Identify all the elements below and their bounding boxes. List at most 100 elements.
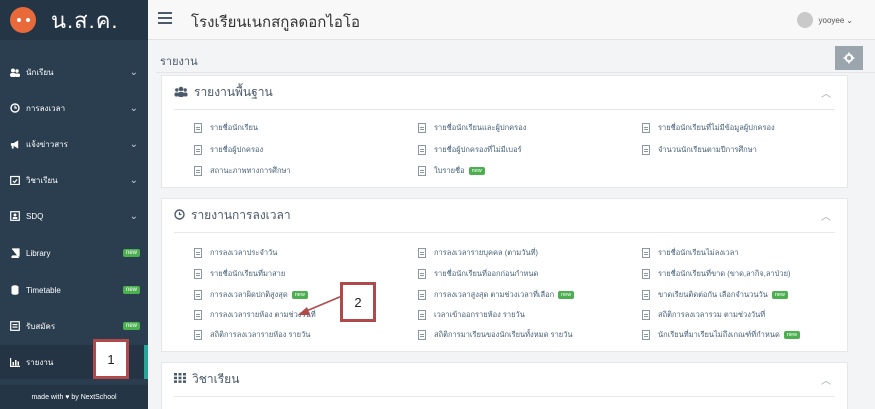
report-link[interactable]: รายชื่อนักเรียน [194, 122, 258, 134]
report-link[interactable]: รายชื่อผู้ปกครอง [194, 144, 263, 156]
document-icon [642, 290, 650, 300]
sidebar-item-label: SDQ [26, 211, 44, 221]
document-icon [642, 330, 650, 340]
panel-header[interactable]: รายงานพื้นฐาน ︿ [174, 76, 835, 110]
document-icon [642, 248, 650, 258]
report-link[interactable]: รายชื่อนักเรียนและผู้ปกครอง [418, 122, 526, 134]
report-link[interactable]: รายชื่อนักเรียนที่มาสาย [194, 268, 285, 280]
new-badge: new [783, 331, 800, 339]
report-link[interactable]: สถานะภาพทางการศึกษา [194, 165, 291, 177]
panel-basic-reports: รายงานพื้นฐาน ︿ รายชื่อนักเรียน รายชื่อน… [161, 75, 848, 188]
bar-chart-icon [10, 357, 20, 367]
id-card-icon [10, 211, 20, 221]
document-icon [642, 145, 650, 155]
chevron-down-icon: ⌄ [129, 138, 138, 150]
report-link[interactable]: จำนวนนักเรียนตามปีการศึกษา [642, 144, 757, 156]
document-icon [418, 269, 426, 279]
new-badge: new [468, 167, 485, 175]
report-link[interactable]: รายชื่อนักเรียนไม่ลงเวลา [642, 247, 739, 259]
report-link[interactable]: การลงเวลาสูงสุด ตามช่วงเวลาที่เลือก new [418, 289, 575, 301]
sidebar-item-label: การลงเวลา [26, 103, 66, 113]
chevron-up-icon[interactable]: ︿ [821, 372, 831, 387]
document-icon [194, 290, 202, 300]
users-icon [10, 67, 20, 77]
document-icon [194, 269, 202, 279]
clock-icon [174, 208, 185, 223]
megaphone-icon [10, 139, 20, 149]
document-icon [418, 310, 426, 320]
sidebar-item-announcements[interactable]: แจ้งข่าวสาร ⌄ [0, 126, 148, 162]
chevron-down-icon: ⌄ [129, 102, 138, 114]
document-icon [194, 123, 202, 133]
brand[interactable]: น.ส.ค. [0, 0, 148, 40]
form-icon [10, 321, 20, 331]
sidebar-item-sdq[interactable]: SDQ ⌄ [0, 198, 148, 234]
panel-header[interactable]: รายงานการลงเวลา ︿ [174, 199, 835, 233]
new-badge: new [771, 291, 788, 299]
report-link[interactable]: การลงเวลาประจำวัน [194, 247, 277, 259]
document-icon [642, 310, 650, 320]
report-link[interactable]: รายชื่อนักเรียนที่ออกก่อนกำหนด [418, 268, 538, 280]
document-icon [194, 166, 202, 176]
document-icon [418, 248, 426, 258]
hamburger-menu-icon[interactable] [158, 12, 172, 24]
report-link[interactable]: ขาดเรียนติดต่อกัน เลือกจำนวนวัน new [642, 289, 788, 301]
report-link[interactable]: สถิติการลงเวลารวม ตามช่วงวันที่ [642, 309, 765, 321]
chevron-up-icon[interactable]: ︿ [821, 208, 831, 223]
chevron-down-icon: ⌄ [129, 210, 138, 222]
report-link[interactable]: สถิติการลงเวลารายห้อง รายวัน [194, 329, 310, 341]
panel-title: รายงานการลงเวลา [191, 208, 291, 222]
report-link[interactable]: สถิติการมาเรียนของนักเรียนทั้งหมด รายวัน [418, 329, 573, 341]
sidebar-item-label: Timetable [26, 285, 61, 295]
brand-title: น.ส.ค. [51, 7, 119, 33]
document-icon [194, 145, 202, 155]
calendar-check-icon [10, 175, 20, 185]
report-link[interactable]: รายชื่อนักเรียนที่ขาด (ขาด,ลากิจ,ลาป่วย) [642, 268, 791, 280]
report-link[interactable]: รายชื่อนักเรียนที่ไม่มีข้อมูลผู้ปกครอง [642, 122, 775, 134]
document-icon [418, 330, 426, 340]
document-icon [194, 330, 202, 340]
sidebar-item-label: รับสมัคร [26, 321, 56, 331]
clock-icon [10, 103, 20, 113]
made-with-footer: made with ♥ by NextSchool [0, 385, 148, 409]
sidebar-item-label: นักเรียน [26, 67, 54, 77]
top-bar: โรงเรียนเนกสกูลดอกไอโอ yooyee ⌄ [148, 0, 875, 40]
document-icon [194, 310, 202, 320]
sidebar-item-label: Library [26, 248, 51, 258]
divider [156, 72, 875, 73]
panel-attendance-reports: รายงานการลงเวลา ︿ การลงเวลาประจำวัน การล… [161, 198, 848, 352]
report-link[interactable]: นักเรียนที่มาเรียนไม่ถึงเกณฑ์ที่กำหนด new [642, 329, 800, 341]
panel-subjects: วิชาเรียน ︿ [161, 362, 848, 409]
sidebar-item-label: รายงาน [26, 357, 54, 367]
sidebar-item-subjects[interactable]: วิชาเรียน ⌄ [0, 162, 148, 198]
document-icon [418, 145, 426, 155]
report-link[interactable]: รายชื่อผู้ปกครองที่ไม่มีเบอร์ [418, 144, 522, 156]
panel-title: วิชาเรียน [192, 372, 240, 386]
report-link[interactable]: เวลาเข้าออกรายห้อง รายวัน [418, 309, 525, 321]
new-badge: new [122, 286, 140, 294]
user-menu[interactable]: yooyee ⌄ [796, 12, 853, 28]
report-link[interactable]: การลงเวลารายบุคคล (ตามวันที่) [418, 247, 538, 259]
document-icon [642, 269, 650, 279]
grid-icon [174, 373, 186, 386]
sidebar-item-students[interactable]: นักเรียน ⌄ [0, 54, 148, 90]
panel-header[interactable]: วิชาเรียน ︿ [174, 363, 835, 397]
report-link[interactable]: ใบรายชื่อ new [418, 165, 485, 177]
new-badge: new [122, 249, 140, 257]
owl-logo-icon [10, 7, 36, 33]
avatar [796, 12, 813, 28]
chevron-up-icon[interactable]: ︿ [821, 85, 831, 100]
sidebar-item-timetable[interactable]: Timetable new [0, 272, 148, 308]
sidebar-item-library[interactable]: Library new [0, 235, 148, 271]
book-icon [10, 248, 20, 258]
document-icon [642, 123, 650, 133]
user-name: yooyee [818, 15, 845, 25]
panel-title: รายงานพื้นฐาน [194, 85, 273, 99]
document-icon [194, 248, 202, 258]
sidebar-item-attendance[interactable]: การลงเวลา ⌄ [0, 90, 148, 126]
document-icon [418, 123, 426, 133]
annotation-arrow [298, 295, 343, 315]
chevron-down-icon: ⌄ [129, 66, 138, 78]
gear-icon[interactable] [835, 46, 863, 70]
school-name: โรงเรียนเนกสกูลดอกไอโอ [191, 14, 361, 31]
